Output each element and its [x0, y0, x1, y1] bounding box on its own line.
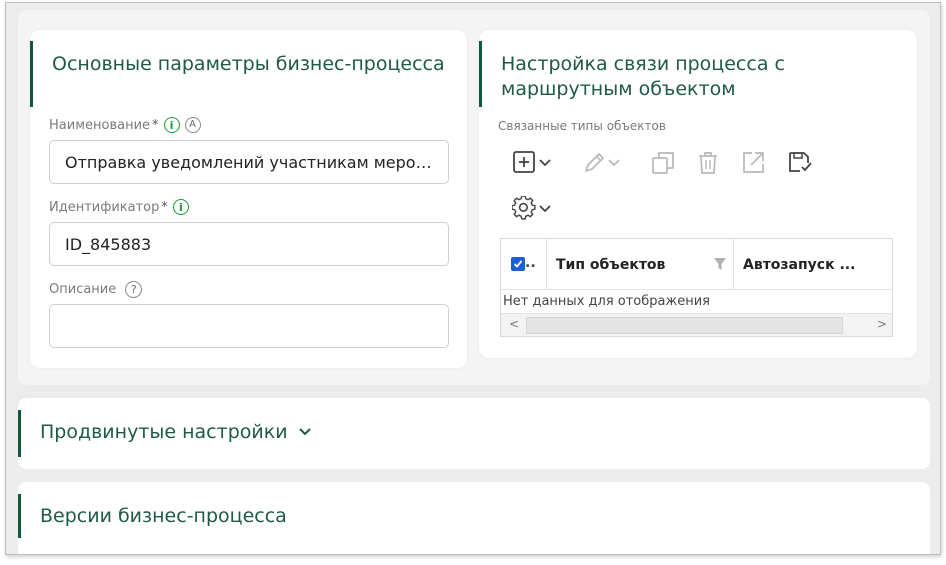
id-label-row: Идентификатор * i [49, 199, 189, 215]
column-separator [733, 239, 734, 290]
name-input[interactable]: Отправка уведомлений участникам мероприя… [49, 140, 449, 184]
chevron-down-icon [298, 428, 311, 436]
accent-bar [30, 41, 33, 107]
app-frame: Основные параметры бизнес-процесса Наиме… [5, 2, 941, 555]
chevron-down-icon [539, 205, 551, 213]
advanced-settings-section[interactable]: Продвинутые настройки [18, 398, 930, 469]
export-button[interactable] [741, 150, 767, 176]
select-all-checkbox[interactable] [511, 257, 525, 271]
versions-title: Версии бизнес-процесса [40, 505, 287, 527]
object-types-grid: .. Тип объектов Автозапуск ... Нет данны… [500, 238, 893, 337]
advanced-settings-header[interactable]: Продвинутые настройки [40, 421, 312, 443]
id-required-mark: * [161, 199, 168, 215]
checkbox-column-ellipsis: .. [525, 255, 536, 271]
advanced-settings-title: Продвинутые настройки [40, 421, 288, 443]
checkmark-icon [513, 260, 523, 268]
description-input[interactable] [49, 304, 449, 348]
auto-naming-icon[interactable]: A [184, 117, 201, 133]
name-label: Наименование [49, 117, 151, 133]
basic-params-title: Основные параметры бизнес-процесса [52, 53, 445, 75]
horizontal-scrollbar[interactable]: < > [501, 313, 892, 336]
accent-bar [18, 494, 21, 538]
info-icon[interactable]: i [172, 199, 189, 215]
help-icon[interactable]: ? [125, 281, 143, 298]
grid-header: .. Тип объектов Автозапуск ... [501, 239, 892, 290]
id-label: Идентификатор [49, 199, 160, 215]
desc-label-row: Описание ? [49, 281, 143, 298]
route-link-title: Настройка связи процесса с маршрутным об… [501, 53, 785, 100]
filter-icon[interactable] [713, 256, 727, 275]
linked-types-label: Связанные типы объектов [498, 119, 666, 133]
delete-button[interactable] [696, 150, 722, 176]
id-input[interactable]: ID_845883 [49, 222, 449, 266]
route-link-card: Настройка связи процесса с маршрутным об… [479, 30, 917, 358]
copy-icon [652, 152, 674, 174]
scroll-left-icon[interactable]: < [509, 317, 519, 331]
add-dropdown-button[interactable] [512, 150, 552, 176]
save-button[interactable] [787, 150, 815, 176]
export-icon [743, 152, 764, 173]
name-input-value: Отправка уведомлений участникам мероприя… [65, 152, 433, 172]
column-separator [546, 239, 547, 290]
column-header-autostart[interactable]: Автозапуск ... [743, 257, 855, 273]
chevron-down-icon [539, 159, 551, 167]
delete-icon [699, 152, 717, 174]
main-settings-panel: Основные параметры бизнес-процесса Наиме… [18, 10, 930, 385]
accent-bar [18, 410, 21, 457]
settings-dropdown-button[interactable] [512, 196, 552, 222]
id-input-value: ID_845883 [65, 234, 152, 254]
info-icon[interactable]: i [163, 117, 180, 133]
desc-label: Описание [49, 282, 117, 297]
name-label-row: Наименование * i A [49, 117, 201, 133]
column-header-object-type[interactable]: Тип объектов [556, 257, 665, 273]
edit-icon [585, 153, 604, 172]
basic-params-card: Основные параметры бизнес-процесса Наиме… [30, 30, 467, 368]
scroll-right-icon[interactable]: > [877, 317, 887, 331]
edit-dropdown-button[interactable] [581, 150, 621, 176]
empty-grid-text: Нет данных для отображения [503, 294, 710, 309]
scrollbar-thumb[interactable] [526, 317, 843, 334]
versions-section: Версии бизнес-процесса [18, 482, 930, 554]
copy-button[interactable] [651, 150, 677, 176]
save-icon [789, 152, 812, 172]
add-icon [513, 151, 535, 173]
accent-bar [479, 41, 482, 107]
name-required-mark: * [152, 117, 159, 133]
settings-icon [512, 196, 536, 220]
chevron-down-icon [608, 159, 620, 167]
